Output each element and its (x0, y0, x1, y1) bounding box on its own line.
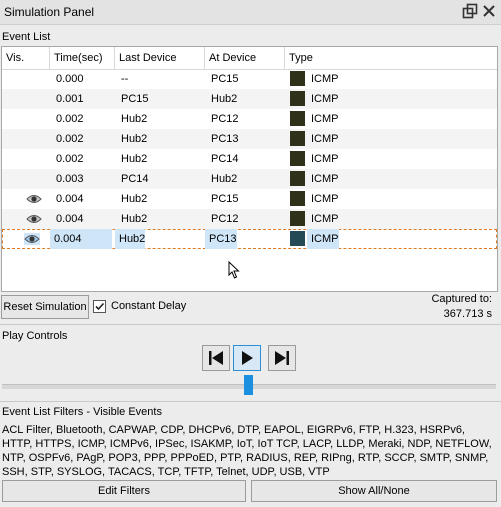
time-cell: 0.004 (50, 229, 112, 249)
type-cell: ICMP (311, 173, 339, 185)
event-rows: 0.000 -- PC15 ICMP 0.001 PC15 Hub2 ICMP … (2, 69, 497, 249)
last-device-cell: PC15 (121, 93, 149, 105)
column-header-time[interactable]: Time(sec) (50, 47, 115, 69)
step-back-button[interactable] (202, 345, 230, 371)
type-cell: ICMP (311, 73, 339, 85)
last-device-cell: Hub2 (121, 113, 148, 125)
type-color-swatch (290, 231, 305, 246)
type-cell: ICMP (311, 113, 339, 125)
last-device-cell: Hub2 (115, 229, 145, 249)
step-forward-button[interactable] (268, 345, 296, 371)
play-icon (234, 351, 260, 373)
show-all-none-button[interactable]: Show All/None (251, 480, 497, 502)
last-device-cell: Hub2 (121, 153, 148, 165)
step-forward-icon (269, 351, 295, 373)
last-device-cell: -- (121, 73, 129, 85)
play-button[interactable] (233, 345, 261, 371)
type-color-swatch (290, 111, 305, 126)
time-cell: 0.000 (56, 73, 84, 85)
captured-label: Captured to: (431, 293, 492, 305)
time-cell: 0.003 (56, 173, 84, 185)
time-cell: 0.001 (56, 93, 84, 105)
step-back-icon (203, 351, 229, 373)
time-cell: 0.002 (56, 153, 84, 165)
divider (0, 401, 501, 402)
at-device-cell: PC14 (211, 153, 239, 165)
eye-icon[interactable] (26, 213, 42, 225)
type-cell: ICMP (307, 229, 339, 249)
eye-icon[interactable] (26, 193, 42, 205)
column-header-last-device[interactable]: Last Device (115, 47, 205, 69)
at-device-cell: Hub2 (211, 93, 238, 105)
time-cell: 0.002 (56, 113, 84, 125)
slider-thumb[interactable] (244, 375, 253, 395)
type-color-swatch (290, 71, 305, 86)
time-cell: 0.004 (56, 213, 84, 225)
edit-filters-button[interactable]: Edit Filters (2, 480, 246, 502)
mouse-cursor-icon (228, 260, 240, 279)
eye-icon[interactable] (24, 233, 40, 245)
table-row-selected[interactable]: 0.004 Hub2 PC13 ICMP (2, 229, 497, 249)
play-controls-label: Play Controls (2, 330, 68, 342)
reset-simulation-button[interactable]: Reset Simulation (1, 295, 89, 319)
table-row[interactable]: 0.001 PC15 Hub2 ICMP (2, 89, 497, 109)
event-list-label: Event List (2, 31, 51, 43)
table-row[interactable]: 0.002 Hub2 PC12 ICMP (2, 109, 497, 129)
table-header: Vis. Time(sec) Last Device At Device Typ… (2, 47, 497, 70)
constant-delay-checkbox[interactable] (93, 300, 106, 313)
title-bar: Simulation Panel (0, 0, 501, 25)
type-color-swatch (290, 191, 305, 206)
last-device-cell: Hub2 (121, 193, 148, 205)
table-row[interactable]: 0.002 Hub2 PC13 ICMP (2, 129, 497, 149)
table-row[interactable]: 0.004 Hub2 PC15 ICMP (2, 189, 497, 209)
window-title: Simulation Panel (4, 5, 95, 19)
table-row[interactable]: 0.000 -- PC15 ICMP (2, 69, 497, 89)
last-device-cell: Hub2 (121, 133, 148, 145)
event-filters-label: Event List Filters - Visible Events (2, 406, 162, 418)
type-cell: ICMP (311, 93, 339, 105)
time-cell: 0.004 (56, 193, 84, 205)
column-header-at-device[interactable]: At Device (205, 47, 285, 69)
at-device-cell: PC13 (211, 133, 239, 145)
type-cell: ICMP (311, 153, 339, 165)
table-row[interactable]: 0.003 PC14 Hub2 ICMP (2, 169, 497, 189)
close-icon[interactable] (481, 3, 497, 19)
last-device-cell: Hub2 (121, 213, 148, 225)
type-color-swatch (290, 151, 305, 166)
restore-icon[interactable] (462, 3, 478, 19)
at-device-cell: PC15 (211, 73, 239, 85)
at-device-cell: Hub2 (211, 173, 238, 185)
type-color-swatch (290, 131, 305, 146)
type-cell: ICMP (311, 193, 339, 205)
time-cell: 0.002 (56, 133, 84, 145)
type-cell: ICMP (311, 133, 339, 145)
column-header-type[interactable]: Type (285, 47, 497, 69)
table-row[interactable]: 0.004 Hub2 PC12 ICMP (2, 209, 497, 229)
constant-delay-label: Constant Delay (111, 300, 187, 312)
type-color-swatch (290, 211, 305, 226)
divider (0, 324, 501, 325)
event-list-table[interactable]: Vis. Time(sec) Last Device At Device Typ… (1, 46, 498, 292)
at-device-cell: PC12 (211, 213, 239, 225)
visible-events-list: ACL Filter, Bluetooth, CAPWAP, CDP, DHCP… (2, 424, 492, 478)
at-device-cell: PC13 (205, 229, 237, 249)
last-device-cell: PC14 (121, 173, 149, 185)
at-device-cell: PC15 (211, 193, 239, 205)
captured-value: 367.713 s (443, 308, 492, 320)
table-row[interactable]: 0.002 Hub2 PC14 ICMP (2, 149, 497, 169)
type-cell: ICMP (311, 213, 339, 225)
column-header-vis[interactable]: Vis. (2, 47, 50, 69)
type-color-swatch (290, 171, 305, 186)
at-device-cell: PC12 (211, 113, 239, 125)
type-color-swatch (290, 91, 305, 106)
